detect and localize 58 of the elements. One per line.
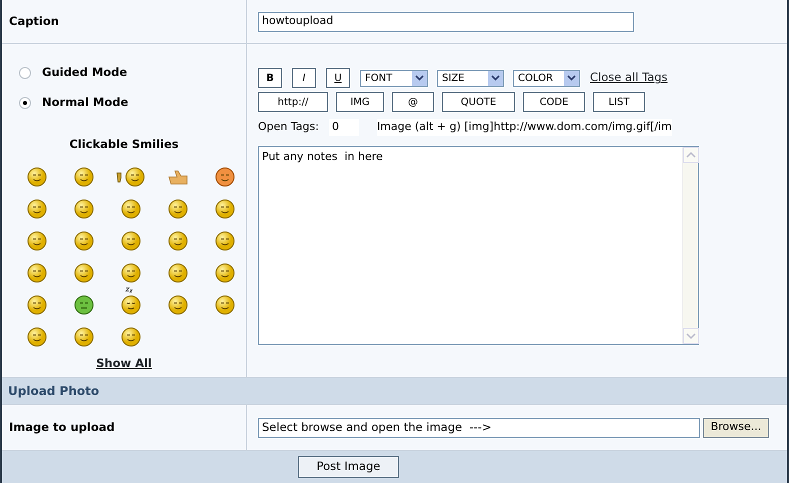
smiley-icon[interactable] [214,231,234,252]
tag-button[interactable]: QUOTE [442,92,515,112]
post-image-button[interactable]: Post Image [298,456,399,478]
show-all-link[interactable]: Show All [96,356,152,370]
smilies-title: Clickable Smilies [68,136,180,153]
smiley-icon[interactable] [74,167,94,188]
caption-field[interactable]: howtoupload [258,12,634,32]
smiley-icon[interactable] [214,199,234,220]
smiley-icon[interactable] [168,295,188,316]
smiley-icon[interactable] [120,263,140,284]
radio-button[interactable] [19,97,31,109]
smiley-icon[interactable] [74,263,94,284]
smiley-icon[interactable] [214,263,234,284]
scrollbar[interactable] [682,146,698,344]
tag-button[interactable]: IMG [336,92,384,112]
smiley-icon[interactable] [168,263,188,284]
smiley-icon[interactable] [26,327,46,348]
tag-button[interactable]: LIST [593,92,645,112]
smiley-icon[interactable] [26,263,46,284]
smiley-icon[interactable] [214,167,234,188]
smiley-icon[interactable] [74,327,94,348]
section-header: Upload Photo [2,378,787,405]
smiley-icon[interactable] [26,199,46,220]
format-button[interactable]: B [258,68,282,88]
file-path-field[interactable]: Select browse and open the image ---> [258,418,700,438]
tag-button[interactable]: @ [392,92,434,112]
smiley-icon[interactable] [74,231,94,252]
tag-button[interactable]: http:// [258,92,328,112]
tag-button[interactable]: CODE [523,92,585,112]
scroll-up-icon[interactable] [683,146,699,162]
radio-label: Guided Mode [42,64,128,82]
open-tags-label: Open Tags: [258,119,319,135]
smiley-icon[interactable] [120,199,140,220]
smiley-icon[interactable] [26,295,46,316]
dropdown[interactable]: COLOR [513,70,580,86]
smiley-icon[interactable] [26,167,46,188]
radio-button[interactable] [19,67,31,79]
dropdown[interactable]: SIZE [437,70,504,86]
sick-smiley-icon[interactable] [74,295,94,316]
radio-label: Normal Mode [42,94,128,112]
caption-label: Caption [9,12,59,30]
smiley-icon[interactable] [74,199,94,220]
smiley-icon[interactable] [214,295,234,316]
format-button[interactable]: I [292,68,316,88]
dropdown[interactable]: FONT [360,70,428,86]
smiley-icon[interactable] [120,327,140,348]
smiley-icon[interactable] [168,199,188,220]
tag-hint: Image (alt + g) [img]http://www.dom.com/img.gif[/im [376,119,672,136]
browse-button[interactable]: Browse... [703,418,769,438]
thumbs-down-smiley-icon[interactable] [114,167,146,188]
open-tags-count: 0 [328,119,359,136]
smiley-icon[interactable] [26,231,46,252]
sleeping-smiley-icon[interactable] [120,287,140,316]
close-tags-link[interactable]: Close all Tags [590,69,668,87]
image-upload-label: Image to upload [9,418,115,436]
format-button[interactable]: U [326,68,350,88]
smiley-icon[interactable] [120,231,140,252]
smiley-icon[interactable] [168,231,188,252]
